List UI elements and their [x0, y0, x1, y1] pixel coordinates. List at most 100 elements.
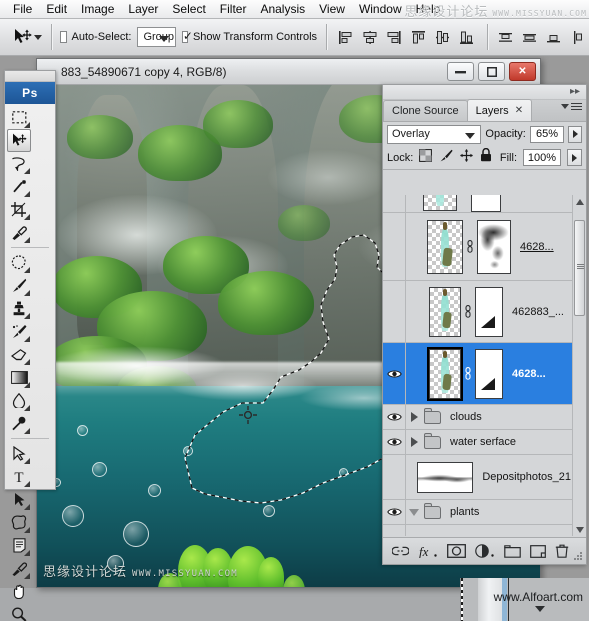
table-row[interactable]: plants	[383, 500, 572, 525]
layer-visibility-toggle[interactable]	[383, 281, 406, 342]
panel-resize-grip[interactable]	[574, 552, 583, 561]
distribute-top-edges-icon[interactable]	[496, 27, 517, 48]
layer-thumbnail[interactable]	[427, 219, 463, 274]
show-transform-controls-checkbox[interactable]	[181, 29, 193, 43]
menu-item-view[interactable]: View	[312, 1, 352, 18]
hand-tool-icon[interactable]	[7, 580, 31, 603]
menu-item-image[interactable]: Image	[74, 1, 121, 18]
align-right-edges-icon[interactable]	[383, 27, 404, 48]
eye-icon[interactable]	[386, 412, 402, 422]
auto-select-checkbox[interactable]	[60, 31, 67, 43]
brush-tool-icon[interactable]	[7, 274, 31, 297]
lock-transparent-pixels-icon[interactable]	[419, 148, 433, 167]
scroll-down-button[interactable]	[573, 523, 586, 536]
layer-visibility-toggle[interactable]	[383, 525, 406, 536]
add-layer-mask-icon[interactable]	[447, 542, 466, 560]
layer-link-icon[interactable]	[463, 367, 473, 380]
align-top-edges-icon[interactable]	[409, 27, 430, 48]
menu-item-help[interactable]: Help	[409, 1, 448, 18]
layers-vertical-scrollbar[interactable]	[572, 195, 586, 536]
layer-visibility-toggle[interactable]	[383, 343, 406, 404]
table-row[interactable]: Depositphotos_21...	[383, 455, 572, 500]
tool-preset-caret-icon[interactable]	[34, 34, 42, 40]
lock-position-icon[interactable]	[460, 148, 474, 167]
delete-layer-icon[interactable]	[555, 542, 569, 560]
toolbox-drag-handle[interactable]	[5, 71, 55, 82]
eyedropper-tool-icon[interactable]	[7, 221, 31, 244]
align-bottom-edges-icon[interactable]	[457, 27, 478, 48]
align-vertical-centers-icon[interactable]	[433, 27, 454, 48]
spot-healing-brush-tool-icon[interactable]	[7, 251, 31, 274]
move-tool-icon[interactable]	[12, 24, 32, 50]
eye-icon[interactable]	[386, 369, 402, 379]
layer-visibility-toggle[interactable]	[383, 213, 406, 280]
table-row[interactable]: clouds	[383, 405, 572, 430]
tab-layers[interactable]: Layers ✕	[466, 99, 533, 121]
scroll-up-button[interactable]	[573, 195, 586, 208]
table-row[interactable]: 462883_...	[383, 281, 572, 343]
menu-item-layer[interactable]: Layer	[121, 1, 165, 18]
layer-thumbnail[interactable]	[417, 461, 474, 493]
minimize-button[interactable]	[447, 62, 474, 81]
layer-style-fx-icon[interactable]: fx	[418, 542, 438, 560]
menu-item-filter[interactable]: Filter	[213, 1, 254, 18]
table-row[interactable]: 4628...	[383, 343, 572, 405]
layer-mask-thumbnail[interactable]	[477, 219, 511, 274]
layers-scroll-area[interactable]: 4628... 462883_... 4628... clouds water …	[383, 195, 586, 536]
new-layer-icon[interactable]	[530, 542, 546, 560]
document-title-bar[interactable]: 883_54890671 copy 4, RGB/8) ✕	[37, 59, 540, 85]
align-horizontal-centers-icon[interactable]	[359, 27, 380, 48]
layer-visibility-toggle[interactable]	[383, 195, 406, 212]
magic-wand-tool-icon[interactable]	[7, 175, 31, 198]
new-group-icon[interactable]	[504, 542, 521, 560]
fill-slider-button[interactable]	[567, 149, 582, 166]
notes-tool-icon[interactable]	[7, 534, 31, 557]
blend-mode-dropdown[interactable]: Overlay	[387, 124, 482, 144]
group-expand-toggle[interactable]	[406, 508, 422, 516]
maximize-button[interactable]	[478, 62, 505, 81]
color-sampler-tool-icon[interactable]	[7, 557, 31, 580]
lock-all-icon[interactable]	[480, 147, 492, 167]
layer-visibility-toggle[interactable]	[383, 405, 406, 429]
path-selection-tool-icon[interactable]	[7, 488, 31, 511]
layer-link-icon[interactable]	[465, 240, 475, 253]
move-tool-icon[interactable]	[7, 129, 31, 152]
table-row[interactable]	[383, 195, 572, 213]
pen-tool-icon[interactable]	[7, 442, 31, 465]
group-expand-toggle[interactable]	[406, 412, 422, 422]
panel-menu-icon[interactable]	[561, 103, 582, 110]
layer-thumbnail[interactable]	[429, 286, 461, 337]
layer-link-icon[interactable]	[463, 305, 473, 318]
layer-visibility-toggle[interactable]	[383, 430, 406, 454]
gradient-tool-icon[interactable]	[7, 366, 31, 389]
eye-icon[interactable]	[386, 437, 402, 447]
lock-image-pixels-icon[interactable]	[439, 149, 453, 167]
menu-item-window[interactable]: Window	[352, 1, 409, 18]
layer-mask-thumbnail[interactable]	[502, 535, 530, 536]
distribute-bottom-edges-icon[interactable]	[544, 27, 565, 48]
panel-collapse-bar[interactable]: ▸▸	[383, 85, 586, 100]
layer-mask-thumbnail[interactable]	[475, 348, 503, 399]
clone-stamp-tool-icon[interactable]	[7, 297, 31, 320]
menu-item-analysis[interactable]: Analysis	[253, 1, 312, 18]
dodge-tool-icon[interactable]	[7, 412, 31, 435]
eye-icon[interactable]	[386, 507, 402, 517]
table-row[interactable]: ↳ L...	[383, 525, 572, 536]
new-adjustment-layer-icon[interactable]	[475, 542, 495, 560]
table-row[interactable]: water serface	[383, 430, 572, 455]
history-brush-tool-icon[interactable]	[7, 320, 31, 343]
opacity-slider-button[interactable]	[568, 125, 582, 143]
menu-item-edit[interactable]: Edit	[39, 1, 74, 18]
close-button[interactable]: ✕	[509, 62, 536, 81]
distribute-left-edges-icon[interactable]	[568, 27, 589, 48]
rectangular-marquee-tool-icon[interactable]	[7, 106, 31, 129]
eraser-tool-icon[interactable]	[7, 343, 31, 366]
layer-visibility-toggle[interactable]	[383, 455, 406, 499]
menu-item-select[interactable]: Select	[165, 1, 212, 18]
custom-shape-tool-icon[interactable]	[7, 511, 31, 534]
layer-thumbnail[interactable]	[427, 346, 463, 401]
crop-tool-icon[interactable]	[7, 198, 31, 221]
collapse-panel-icon[interactable]: ▸▸	[570, 86, 580, 97]
fill-input[interactable]: 100%	[523, 149, 561, 166]
distribute-vertical-centers-icon[interactable]	[520, 27, 541, 48]
